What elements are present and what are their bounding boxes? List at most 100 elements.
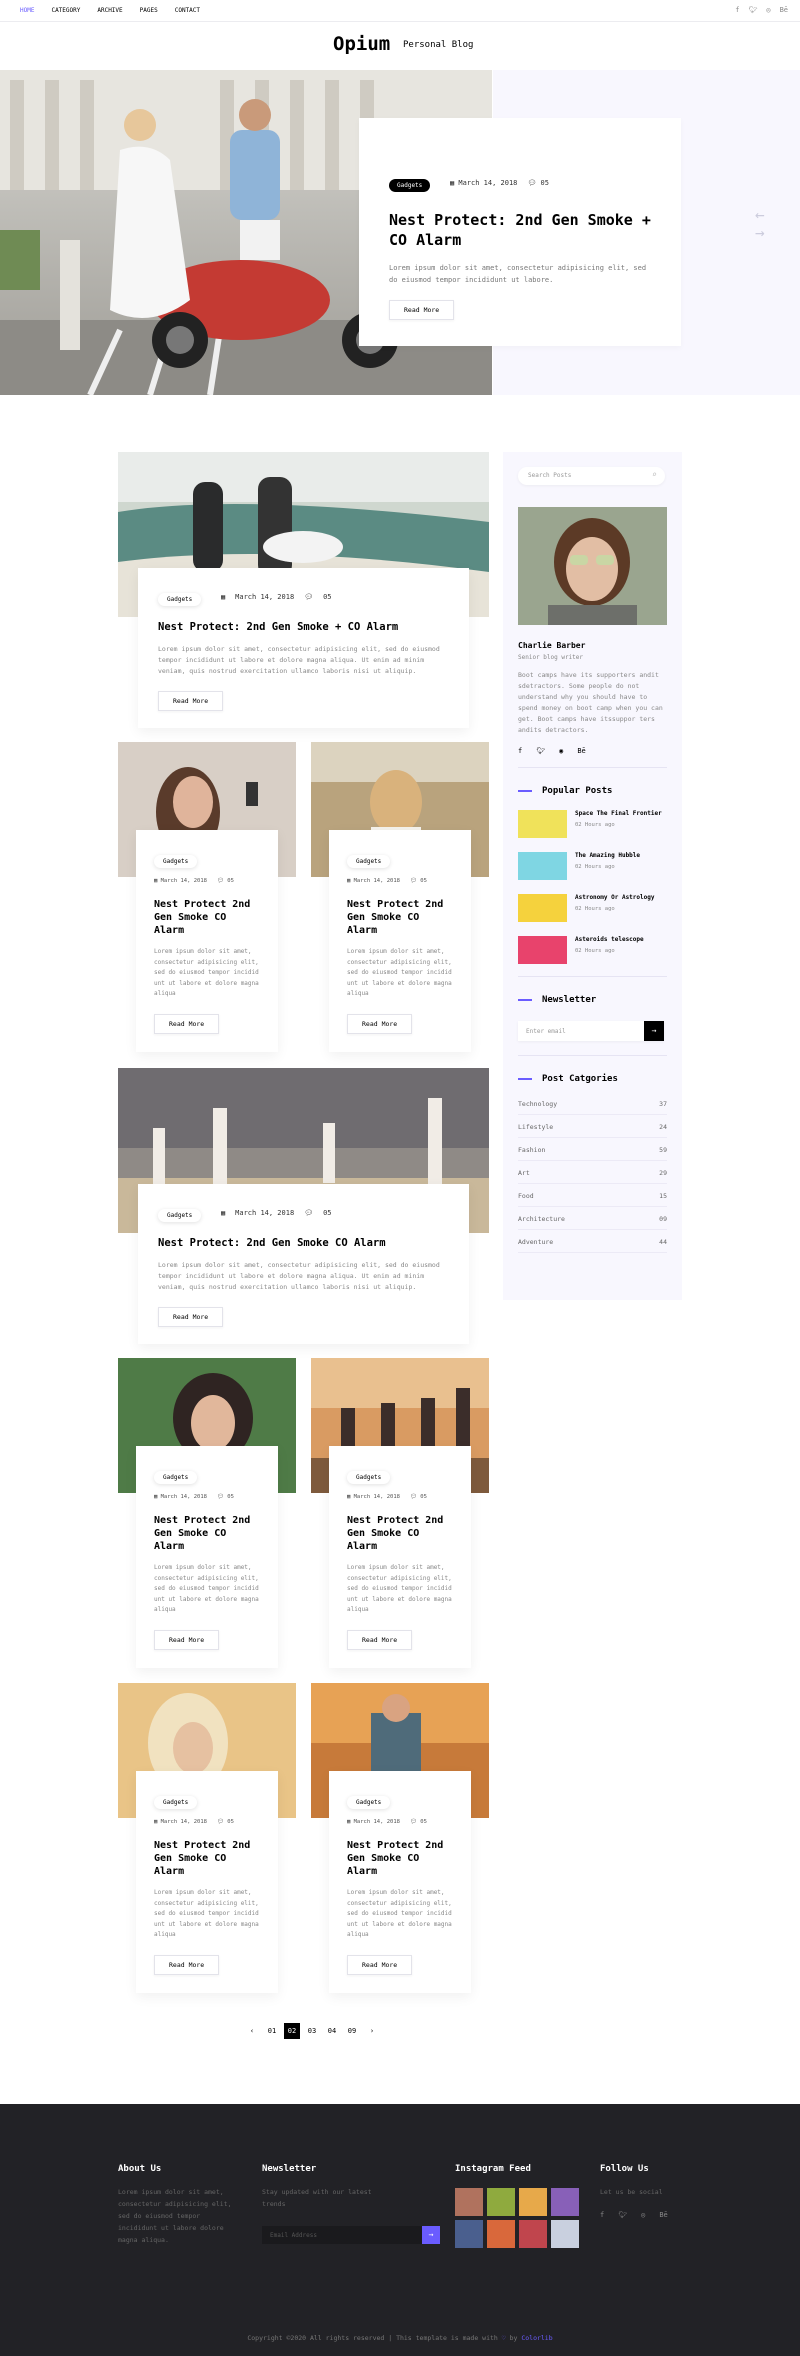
popular-post[interactable]: The Amazing Hubble 02 Hours ago <box>518 852 667 880</box>
category-badge[interactable]: Gadgets <box>154 1471 198 1484</box>
category-badge[interactable]: Gadgets <box>347 1471 391 1484</box>
instagram-thumb[interactable] <box>519 2220 547 2248</box>
page-link-current[interactable]: 02 <box>284 2023 300 2039</box>
popular-post-title[interactable]: Space The Final Frontier <box>575 810 662 817</box>
page-link[interactable]: 01 <box>264 2023 280 2039</box>
category-item[interactable]: Art 29 <box>518 1161 667 1184</box>
pagination-prev-icon[interactable]: ‹ <box>244 2023 260 2039</box>
nav-home[interactable]: HOME <box>20 7 34 14</box>
twitter-icon[interactable]: 🐦︎ <box>536 747 545 755</box>
popular-post-title[interactable]: Asteroids telescope <box>575 936 644 943</box>
site-logo[interactable]: Opium <box>333 33 390 55</box>
post-title[interactable]: Nest Protect 2nd Gen Smoke CO Alarm <box>154 898 260 937</box>
category-name[interactable]: Lifestyle <box>518 1123 553 1131</box>
facebook-icon[interactable]: f <box>518 747 522 755</box>
post-title[interactable]: Nest Protect 2nd Gen Smoke CO Alarm <box>154 1839 260 1878</box>
hero-badge[interactable]: Gadgets <box>389 179 431 192</box>
nav-category[interactable]: CATEGORY <box>51 7 80 14</box>
arrow-right-icon[interactable]: → <box>422 2226 440 2244</box>
category-item[interactable]: Food 15 <box>518 1184 667 1207</box>
search-input-placeholder[interactable]: Search Posts <box>528 472 571 479</box>
category-badge[interactable]: Gadgets <box>154 855 198 868</box>
category-badge[interactable]: Gadgets <box>158 593 202 606</box>
post-title[interactable]: Nest Protect 2nd Gen Smoke CO Alarm <box>347 1839 453 1878</box>
instagram-thumb[interactable] <box>487 2188 515 2216</box>
post-title[interactable]: Nest Protect: 2nd Gen Smoke + CO Alarm <box>158 620 449 634</box>
popular-post-thumb[interactable] <box>518 936 567 964</box>
behance-icon[interactable]: Bē <box>780 6 788 14</box>
category-name[interactable]: Fashion <box>518 1146 545 1154</box>
category-item[interactable]: Architecture 09 <box>518 1207 667 1230</box>
twitter-icon[interactable]: 🐦︎ <box>618 2211 627 2219</box>
pagination-next-icon[interactable]: › <box>364 2023 380 2039</box>
instagram-thumb[interactable] <box>455 2188 483 2216</box>
instagram-thumb[interactable] <box>487 2220 515 2248</box>
popular-post-title[interactable]: The Amazing Hubble <box>575 852 640 859</box>
instagram-thumb[interactable] <box>551 2188 579 2216</box>
category-badge[interactable]: Gadgets <box>154 1796 198 1809</box>
twitter-icon[interactable]: 🐦︎ <box>748 6 757 14</box>
nav-archive[interactable]: ARCHIVE <box>97 7 122 14</box>
category-name[interactable]: Architecture <box>518 1215 565 1223</box>
read-more-button[interactable]: Read More <box>154 1629 220 1650</box>
dribbble-icon[interactable]: ◎ <box>641 2211 645 2219</box>
instagram-thumb[interactable] <box>455 2220 483 2248</box>
colorlib-link[interactable]: Colorlib <box>521 2334 552 2342</box>
popular-post[interactable]: Astronomy Or Astrology 02 Hours ago <box>518 894 667 922</box>
post-title[interactable]: Nest Protect: 2nd Gen Smoke CO Alarm <box>158 1236 449 1250</box>
nav-contact[interactable]: CONTACT <box>175 7 200 14</box>
popular-post-title[interactable]: Astronomy Or Astrology <box>575 894 654 901</box>
arrow-right-icon[interactable]: → <box>644 1021 664 1041</box>
category-item[interactable]: Technology 37 <box>518 1092 667 1115</box>
search-posts[interactable]: Search Posts ⌕ <box>518 467 665 485</box>
read-more-button[interactable]: Read More <box>158 691 224 711</box>
arrow-left-icon[interactable]: ← <box>755 206 765 224</box>
post-title[interactable]: Nest Protect 2nd Gen Smoke CO Alarm <box>154 1514 260 1553</box>
dribbble-icon[interactable]: ◎ <box>766 6 770 14</box>
post-title[interactable]: Nest Protect 2nd Gen Smoke CO Alarm <box>347 898 453 937</box>
instagram-thumb[interactable] <box>519 2188 547 2216</box>
facebook-icon[interactable]: f <box>735 6 739 14</box>
categories-title: Post Catgories <box>542 1074 618 1084</box>
category-name[interactable]: Technology <box>518 1100 557 1108</box>
read-more-button[interactable]: Read More <box>347 1629 413 1650</box>
category-name[interactable]: Art <box>518 1169 530 1177</box>
newsletter-email-input[interactable]: Enter email <box>518 1021 644 1041</box>
nav-pages[interactable]: PAGES <box>140 7 158 14</box>
read-more-button[interactable]: Read More <box>347 1954 413 1975</box>
read-more-button[interactable]: Read More <box>154 1954 220 1975</box>
category-name[interactable]: Food <box>518 1192 534 1200</box>
popular-post[interactable]: Asteroids telescope 02 Hours ago <box>518 936 667 964</box>
read-more-button[interactable]: Read More <box>347 1013 413 1034</box>
category-badge[interactable]: Gadgets <box>347 855 391 868</box>
page-link[interactable]: 04 <box>324 2023 340 2039</box>
category-item[interactable]: Adventure 44 <box>518 1230 667 1253</box>
footer-follow-heading: Follow Us <box>600 2164 649 2174</box>
instagram-thumb[interactable] <box>551 2220 579 2248</box>
popular-post-thumb[interactable] <box>518 852 567 880</box>
footer-email-input[interactable]: Email Address <box>262 2226 440 2244</box>
post-small: Gadgets ▦ March 14, 2018 💬︎ 05 Nest Prote… <box>118 742 296 1052</box>
read-more-button[interactable]: Read More <box>154 1013 220 1034</box>
github-icon[interactable]: ◉ <box>559 747 563 755</box>
page-link[interactable]: 09 <box>344 2023 360 2039</box>
popular-post[interactable]: Space The Final Frontier 02 Hours ago <box>518 810 667 838</box>
category-name[interactable]: Adventure <box>518 1238 553 1246</box>
hero-read-more-button[interactable]: Read More <box>389 300 455 320</box>
hero-title[interactable]: Nest Protect: 2nd Gen Smoke + CO Alarm <box>389 210 651 250</box>
facebook-icon[interactable]: f <box>600 2211 604 2219</box>
behance-icon[interactable]: Bē <box>659 2211 667 2219</box>
popular-post-thumb[interactable] <box>518 810 567 838</box>
behance-icon[interactable]: Bē <box>577 747 585 755</box>
category-badge[interactable]: Gadgets <box>347 1796 391 1809</box>
category-item[interactable]: Lifestyle 24 <box>518 1115 667 1138</box>
search-icon[interactable]: ⌕ <box>652 470 657 479</box>
page-link[interactable]: 03 <box>304 2023 320 2039</box>
category-badge[interactable]: Gadgets <box>158 1209 202 1222</box>
arrow-right-icon[interactable]: → <box>755 224 765 242</box>
post-date: March 14, 2018 <box>353 1494 400 1500</box>
category-item[interactable]: Fashion 59 <box>518 1138 667 1161</box>
read-more-button[interactable]: Read More <box>158 1307 224 1327</box>
post-title[interactable]: Nest Protect 2nd Gen Smoke CO Alarm <box>347 1514 453 1553</box>
popular-post-thumb[interactable] <box>518 894 567 922</box>
